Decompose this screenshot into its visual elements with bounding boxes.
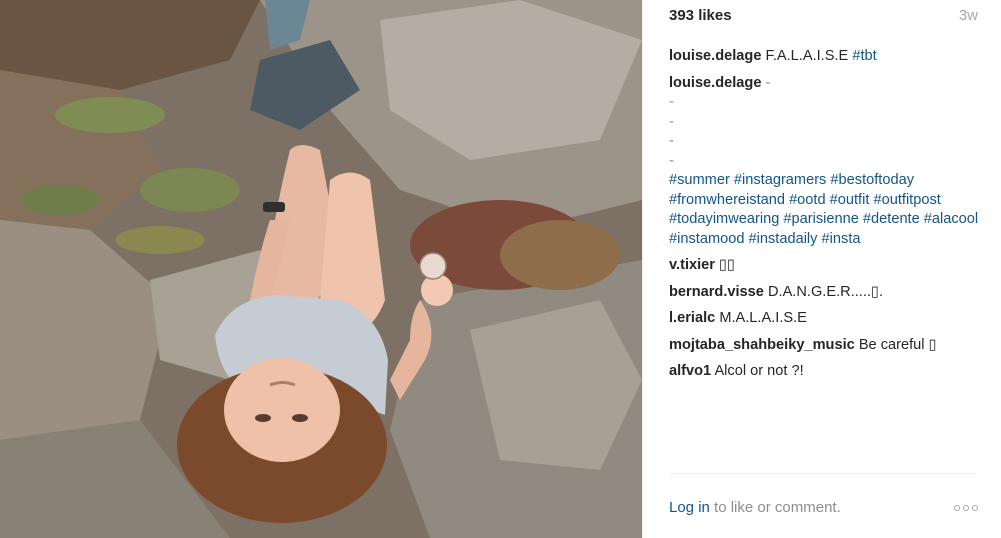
comment-text: Alcol or not ?! <box>714 363 804 379</box>
post-side-panel: 393 likes 3w louise.delage F.A.L.A.I.S.E… <box>642 0 1001 538</box>
hashtag-link[interactable]: #instagramers <box>734 172 826 188</box>
comment-text: M.A.L.A.I.S.E <box>719 310 807 326</box>
comment-list: louise.delage F.A.L.A.I.S.E #tbt louise.… <box>669 47 983 389</box>
likes-count[interactable]: 393 likes <box>669 7 732 24</box>
comment-dash: - <box>669 94 674 110</box>
hashtag-link[interactable]: #outfitpost <box>873 192 940 208</box>
comment-item: alfvo1 Alcol or not ?! <box>669 362 983 382</box>
footer-divider <box>669 473 976 474</box>
caption-username[interactable]: louise.delage <box>669 48 761 64</box>
more-dot-icon <box>972 504 978 511</box>
hashtag-link[interactable]: #todayimwearing <box>669 211 779 227</box>
hashtag-link[interactable]: #instamood <box>669 231 744 247</box>
comment-item: louise.delage - - - - - #summer #instagr… <box>669 74 983 250</box>
comment-username[interactable]: bernard.visse <box>669 284 764 300</box>
comment-username[interactable]: v.tixier <box>669 257 715 273</box>
comment-dash: - <box>669 152 674 169</box>
more-dot-icon <box>954 504 960 511</box>
hashtag-link[interactable]: #alacool <box>924 211 978 227</box>
comment-text: D.A.N.G.E.R.....▯. <box>767 283 884 300</box>
likes-row: 393 likes 3w <box>669 7 978 24</box>
comment-username[interactable]: louise.delage <box>669 75 761 91</box>
hashtag-link[interactable]: #fromwhereistand <box>669 192 785 208</box>
comment-username[interactable]: l.erialc <box>669 310 715 326</box>
comment-text: Be careful ▯ <box>858 336 937 353</box>
hashtag-link[interactable]: #detente <box>863 211 920 227</box>
login-prompt-text: to like or comment. <box>709 499 841 516</box>
comment-item: mojtaba_shahbeiky_music Be careful ▯ <box>669 336 983 356</box>
login-prompt: Log in to like or comment. <box>669 499 841 516</box>
post-footer: Log in to like or comment. <box>669 499 978 516</box>
comment-username[interactable]: mojtaba_shahbeiky_music <box>669 337 855 353</box>
photo-image <box>0 0 642 538</box>
more-options-icon[interactable] <box>954 504 978 511</box>
comment-item: bernard.visse D.A.N.G.E.R.....▯. <box>669 283 983 303</box>
comment-dash: - <box>669 113 674 130</box>
more-dot-icon <box>963 504 969 511</box>
instagram-post: 393 likes 3w louise.delage F.A.L.A.I.S.E… <box>0 0 1001 538</box>
caption: louise.delage F.A.L.A.I.S.E #tbt <box>669 47 983 67</box>
caption-hashtag[interactable]: #tbt <box>852 48 876 64</box>
comment-item: v.tixier ▯▯ <box>669 256 983 276</box>
hashtag-link[interactable]: #ootd <box>789 192 826 208</box>
comment-username[interactable]: alfvo1 <box>669 363 711 379</box>
hashtag-link[interactable]: #bestoftoday <box>830 172 914 188</box>
hashtag-link[interactable]: #outfit <box>830 192 870 208</box>
caption-text: F.A.L.A.I.S.E <box>765 48 849 64</box>
comment-hashtags: #summer #instagramers #bestoftoday #from… <box>669 171 983 249</box>
hashtag-link[interactable]: #summer <box>669 172 730 188</box>
post-time[interactable]: 3w <box>959 7 978 24</box>
comment-text: ▯▯ <box>719 257 736 273</box>
hashtag-link[interactable]: #parisienne <box>783 211 858 227</box>
login-link[interactable]: Log in <box>669 499 710 516</box>
comment-text: - <box>765 74 771 91</box>
post-photo[interactable] <box>0 0 642 538</box>
hashtag-link[interactable]: #insta <box>822 231 861 247</box>
comment-item: l.erialc M.A.L.A.I.S.E <box>669 309 983 329</box>
hashtag-link[interactable]: #instadaily <box>749 231 818 247</box>
comment-dash: - <box>669 133 674 149</box>
